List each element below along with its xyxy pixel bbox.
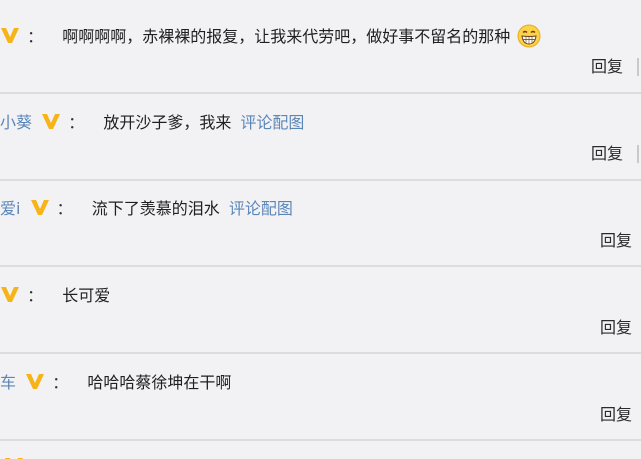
reply-button[interactable]: 回复 xyxy=(600,230,632,252)
comment-line: 车 ： 哈哈哈蔡徐坤在干啊 xyxy=(0,371,231,393)
reply-button[interactable]: 回复 xyxy=(600,404,632,426)
vip-badge-icon xyxy=(1,287,19,302)
comment-item: ： 长可爱 回复 xyxy=(0,267,641,353)
comment-list: ： 啊啊啊啊，赤裸裸的报复，让我来代劳吧，做好事不留名的那种 回复 小葵 ： 放… xyxy=(0,0,641,459)
comment-image-link[interactable]: 评论配图 xyxy=(240,113,304,132)
vip-badge-icon xyxy=(30,200,49,215)
comment-colon: ： xyxy=(27,27,44,46)
comment-text: 流下了羡慕的泪水 xyxy=(91,199,220,218)
comment-text: 放开沙子爹，我来 xyxy=(103,113,232,132)
comment-username[interactable]: 小葵 xyxy=(0,113,32,132)
comment-item: ： 啊啊啊啊，赤裸裸的报复，让我来代劳吧，做好事不留名的那种 回复 xyxy=(0,0,641,93)
comment-image-link[interactable]: 评论配图 xyxy=(229,199,293,218)
comment-colon: ： xyxy=(56,199,73,218)
comment-text: 长可爱 xyxy=(62,286,111,305)
comment-username[interactable]: 车 xyxy=(0,373,16,392)
vip-badge-icon xyxy=(5,458,23,459)
vip-badge-icon xyxy=(42,114,61,129)
comment-username[interactable]: 爱i xyxy=(0,199,20,218)
comment-item: 爱i ： 流下了羡慕的泪水 评论配图 回复 xyxy=(0,181,641,266)
comment-item: 小葵 ： 放开沙子爹，我来 评论配图 回复 xyxy=(0,94,641,180)
comment-line: ： 啊啊啊啊，赤裸裸的报复，让我来代劳吧，做好事不留名的那种 xyxy=(0,24,541,48)
reply-button[interactable]: 回复 xyxy=(591,143,623,165)
reply-separator xyxy=(637,58,639,76)
comment-colon: ： xyxy=(52,373,69,392)
comment-item xyxy=(0,441,641,459)
reply-separator xyxy=(637,145,639,163)
comment-colon: ： xyxy=(27,286,44,305)
vip-badge-icon xyxy=(1,28,19,43)
comment-line: ： 长可爱 xyxy=(0,284,110,306)
comment-text: 啊啊啊啊，赤裸裸的报复，让我来代劳吧，做好事不留名的那种 xyxy=(62,27,511,46)
comment-item: 车 ： 哈哈哈蔡徐坤在干啊 回复 xyxy=(0,354,641,440)
vip-badge-icon xyxy=(26,374,45,389)
reply-button[interactable]: 回复 xyxy=(600,317,632,339)
comment-line: 小葵 ： 放开沙子爹，我来 评论配图 xyxy=(0,111,304,133)
comment-colon: ： xyxy=(68,113,85,132)
comment-line: 爱i ： 流下了羡慕的泪水 评论配图 xyxy=(0,197,293,219)
comment-text: 哈哈哈蔡徐坤在干啊 xyxy=(87,373,232,392)
grinning-face-emoji-icon xyxy=(517,24,541,48)
reply-button[interactable]: 回复 xyxy=(591,56,623,78)
